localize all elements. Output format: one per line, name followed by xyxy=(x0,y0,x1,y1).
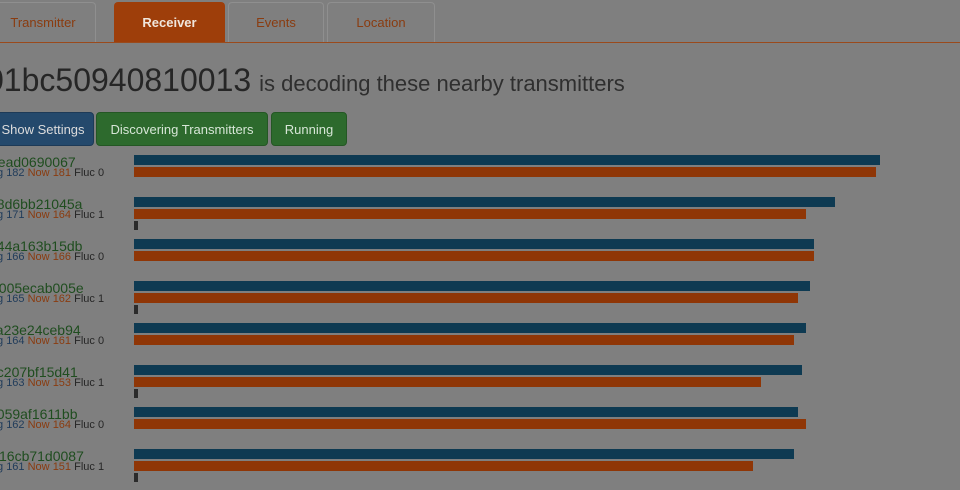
page-title: 01bc50940810013 is decoding these nearby … xyxy=(0,62,625,99)
avg-value: 163 xyxy=(6,377,25,389)
transmitter-row[interactable]: c16cb71d0087 g 161 Now 151 Fluc 1 xyxy=(0,448,960,490)
fluc-value: 0 xyxy=(97,251,105,263)
transmitter-row[interactable]: 9c207bf15d41g 163 Now 153 Fluc 1 xyxy=(0,364,960,406)
avg-bar xyxy=(134,323,806,333)
avg-label: g xyxy=(0,335,4,347)
now-label: Now xyxy=(27,251,50,263)
avg-value: 182 xyxy=(6,167,25,179)
now-label: Now xyxy=(27,461,50,473)
avg-bar xyxy=(134,449,794,459)
transmitter-stats: g 166 Now 166 Fluc 0 xyxy=(0,251,104,263)
fluc-value: 1 xyxy=(97,377,105,389)
transmitter-row[interactable]: 1005ecab005e g 165 Now 162 Fluc 1 xyxy=(0,280,960,322)
avg-bar xyxy=(134,407,798,417)
fluc-label: Fluc xyxy=(74,251,95,263)
fluc-label: Fluc xyxy=(74,419,95,431)
now-label: Now xyxy=(27,377,50,389)
avg-label: g xyxy=(0,293,4,305)
now-bar xyxy=(134,419,806,429)
now-label: Now xyxy=(27,209,50,221)
avg-label: g xyxy=(0,251,4,263)
tab-transmitter[interactable]: Transmitter xyxy=(0,2,96,42)
avg-label: g xyxy=(0,461,4,473)
now-label: Now xyxy=(27,335,50,347)
tab-events[interactable]: Events xyxy=(228,2,324,42)
now-value: 164 xyxy=(52,419,72,431)
now-bar xyxy=(134,335,794,345)
avg-value: 165 xyxy=(6,293,25,305)
now-bar xyxy=(134,251,814,261)
avg-label: g xyxy=(0,419,4,431)
now-label: Now xyxy=(27,167,50,179)
fluc-label: Fluc xyxy=(74,167,95,179)
avg-label: g xyxy=(0,209,4,221)
avg-value: 162 xyxy=(6,419,25,431)
avg-value: 171 xyxy=(6,209,25,221)
transmitter-row[interactable]: 98d6bb21045ag 171 Now 164 Fluc 1 xyxy=(0,196,960,238)
transmitter-row[interactable]: 544a163b15dbg 166 Now 166 Fluc 0 xyxy=(0,238,960,280)
running-button[interactable]: Running xyxy=(271,112,347,146)
transmitter-stats: g 163 Now 153 Fluc 1 xyxy=(0,377,104,389)
fluc-label: Fluc xyxy=(74,377,95,389)
avg-value: 166 xyxy=(6,251,25,263)
avg-value: 164 xyxy=(6,335,25,347)
transmitter-stats: g 162 Now 164 Fluc 0 xyxy=(0,419,104,431)
transmitter-row[interactable]: 9059af1611bbg 162 Now 164 Fluc 0 xyxy=(0,406,960,448)
transmitter-stats: g 182 Now 181 Fluc 0 xyxy=(0,167,104,179)
now-value: 162 xyxy=(52,293,72,305)
fluc-bar xyxy=(134,473,138,482)
fluc-value: 1 xyxy=(97,461,105,473)
now-bar xyxy=(134,167,876,177)
tab-receiver[interactable]: Receiver xyxy=(114,2,225,42)
fluc-value: 0 xyxy=(97,167,105,179)
avg-bar xyxy=(134,365,802,375)
transmitter-stats: g 161 Now 151 Fluc 1 xyxy=(0,461,104,473)
now-value: 181 xyxy=(52,167,72,179)
fluc-label: Fluc xyxy=(74,209,95,221)
tab-bar: Transmitter Receiver Events Location xyxy=(0,0,960,43)
avg-bar xyxy=(134,281,810,291)
avg-bar xyxy=(134,155,880,165)
title-text: is decoding these nearby transmitters xyxy=(259,71,625,96)
fluc-value: 1 xyxy=(97,293,105,305)
transmitter-stats: g 164 Now 161 Fluc 0 xyxy=(0,335,104,347)
now-bar xyxy=(134,293,798,303)
avg-bar xyxy=(134,239,814,249)
now-label: Now xyxy=(27,419,50,431)
now-bar xyxy=(134,209,806,219)
fluc-label: Fluc xyxy=(74,335,95,347)
tab-location[interactable]: Location xyxy=(327,2,435,42)
now-value: 151 xyxy=(52,461,72,473)
avg-label: g xyxy=(0,167,4,179)
now-bar xyxy=(134,461,753,471)
now-bar xyxy=(134,377,761,387)
now-value: 153 xyxy=(52,377,72,389)
fluc-label: Fluc xyxy=(74,293,95,305)
transmitter-row[interactable]: ea23e24ceb94g 164 Now 161 Fluc 0 xyxy=(0,322,960,364)
transmitter-row[interactable]: c4ead0690067g 182 Now 181 Fluc 0 xyxy=(0,154,960,196)
avg-label: g xyxy=(0,377,4,389)
show-settings-button[interactable]: Show Settings xyxy=(0,112,94,146)
fluc-label: Fluc xyxy=(74,461,95,473)
transmitter-stats: g 165 Now 162 Fluc 1 xyxy=(0,293,104,305)
receiver-id: 01bc50940810013 xyxy=(0,62,252,98)
fluc-value: 0 xyxy=(97,335,105,347)
fluc-value: 0 xyxy=(97,419,105,431)
now-value: 166 xyxy=(52,251,72,263)
now-value: 161 xyxy=(52,335,72,347)
avg-bar xyxy=(134,197,835,207)
transmitter-stats: g 171 Now 164 Fluc 1 xyxy=(0,209,104,221)
fluc-bar xyxy=(134,305,138,314)
fluc-bar xyxy=(134,221,138,230)
now-label: Now xyxy=(27,293,50,305)
fluc-value: 1 xyxy=(97,209,105,221)
discovering-transmitters-button[interactable]: Discovering Transmitters xyxy=(96,112,268,146)
now-value: 164 xyxy=(52,209,72,221)
avg-value: 161 xyxy=(6,461,25,473)
fluc-bar xyxy=(134,389,138,398)
